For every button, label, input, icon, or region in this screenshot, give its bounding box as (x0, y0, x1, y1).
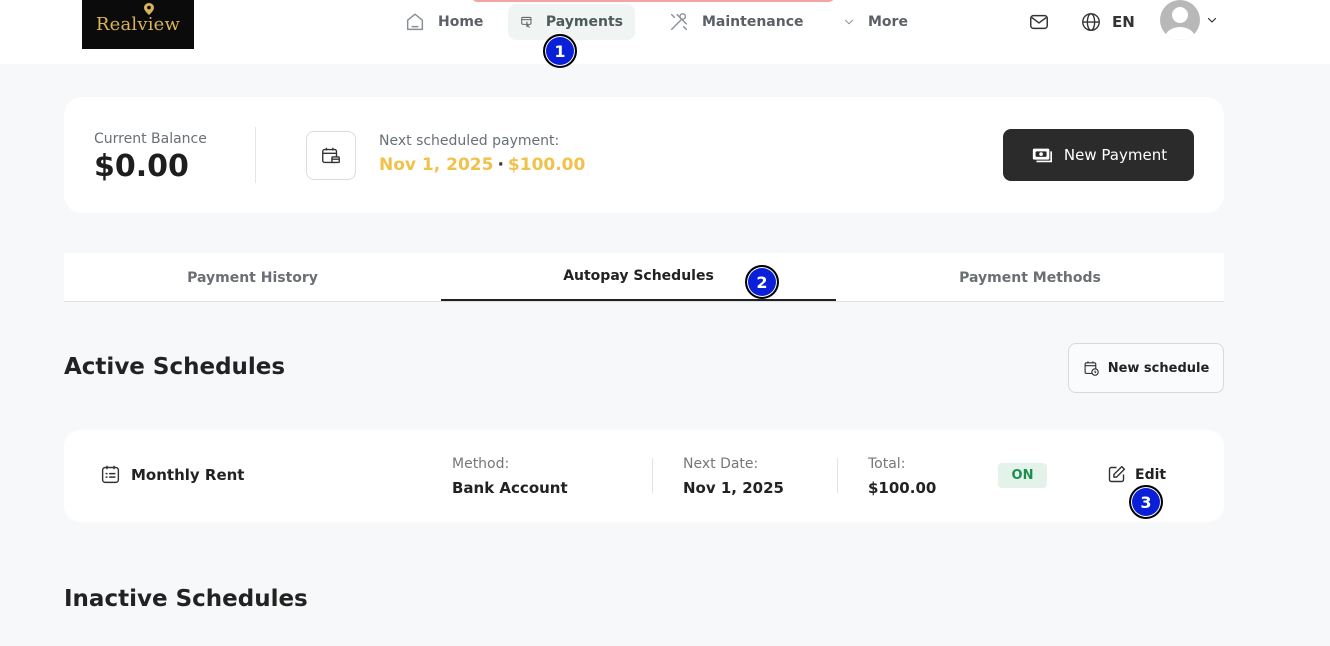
calendar-list-icon (101, 465, 120, 484)
divider (255, 127, 256, 183)
inactive-schedules-title: Inactive Schedules (64, 586, 308, 612)
nav-more[interactable]: More (830, 4, 920, 40)
schedule-name: Monthly Rent (100, 464, 244, 485)
nav-maintenance[interactable]: Maintenance (656, 4, 816, 40)
new-payment-button[interactable]: New Payment (1003, 129, 1194, 181)
chevron-down-icon (845, 19, 853, 25)
calendar-card-icon (322, 147, 340, 163)
divider (652, 458, 653, 493)
total-value: $100.00 (868, 479, 937, 497)
method-label: Method: (452, 456, 510, 472)
balance-label: Current Balance (94, 131, 207, 147)
divider (837, 458, 838, 493)
balance-value: $0.00 (94, 149, 189, 184)
new-payment-label: New Payment (1063, 146, 1168, 164)
location-pin-icon (144, 3, 154, 15)
nav-more-label: More (868, 14, 908, 30)
brand-name: Realview (95, 14, 181, 35)
annotation-badge-3: 3 (1129, 485, 1163, 519)
next-payment-amount: $100.00 (507, 155, 586, 175)
tab-payment-history[interactable]: Payment History (64, 253, 441, 302)
next-payment-label: Next scheduled payment: (379, 133, 560, 149)
language-label: EN (1112, 13, 1135, 31)
schedule-name-label: Monthly Rent (131, 465, 245, 484)
new-schedule-button[interactable]: New schedule (1068, 343, 1224, 393)
calendar-clock-icon (1084, 360, 1099, 376)
payment-card-icon (521, 16, 532, 28)
status-badge[interactable]: ON (998, 463, 1047, 488)
tools-icon (670, 13, 688, 31)
nav-payments[interactable]: Payments (508, 4, 635, 40)
cash-icon (1032, 148, 1052, 163)
tab-payment-methods[interactable]: Payment Methods (836, 253, 1224, 302)
payment-tabs: Payment History Autopay Schedules Paymen… (64, 253, 1224, 302)
total-label: Total: (868, 456, 906, 472)
nav-home[interactable]: Home (392, 4, 495, 40)
edit-label: Edit (1135, 466, 1167, 483)
nav-payments-label: Payments (545, 14, 623, 30)
annotation-badge-2: 2 (745, 265, 779, 299)
active-schedules-title: Active Schedules (64, 354, 286, 380)
next-payment-value: Nov 1, 2025 · $100.00 (379, 155, 585, 175)
annotation-badge-1: 1 (543, 34, 577, 68)
nav-maintenance-label: Maintenance (702, 14, 804, 30)
separator-dot: · (497, 155, 504, 175)
schedule-calendar-box (306, 131, 356, 180)
schedule-row: Monthly Rent Method: Bank Account Next D… (64, 430, 1224, 522)
edit-button[interactable]: Edit (1106, 464, 1166, 485)
next-date-label: Next Date: (683, 456, 759, 472)
user-icon (1165, 7, 1195, 40)
balance-card: Current Balance $0.00 Next scheduled pay… (64, 97, 1224, 213)
user-avatar[interactable] (1160, 0, 1200, 40)
top-navbar: Realview Home Payments Maintenance More (0, 0, 1330, 64)
notification-strip (470, 0, 836, 2)
new-schedule-label: New schedule (1107, 360, 1210, 376)
globe-icon (1082, 13, 1100, 31)
brand-logo[interactable]: Realview (82, 0, 194, 49)
next-date-value: Nov 1, 2025 (683, 479, 784, 497)
messages-button[interactable] (1028, 4, 1050, 40)
nav-home-label: Home (438, 14, 484, 30)
method-value: Bank Account (452, 479, 568, 497)
language-switcher[interactable]: EN (1080, 4, 1135, 40)
home-icon (406, 13, 424, 31)
edit-icon (1108, 465, 1126, 483)
chevron-down-icon[interactable] (1206, 14, 1218, 26)
mail-icon (1030, 14, 1048, 30)
next-payment-date: Nov 1, 2025 (379, 155, 494, 175)
